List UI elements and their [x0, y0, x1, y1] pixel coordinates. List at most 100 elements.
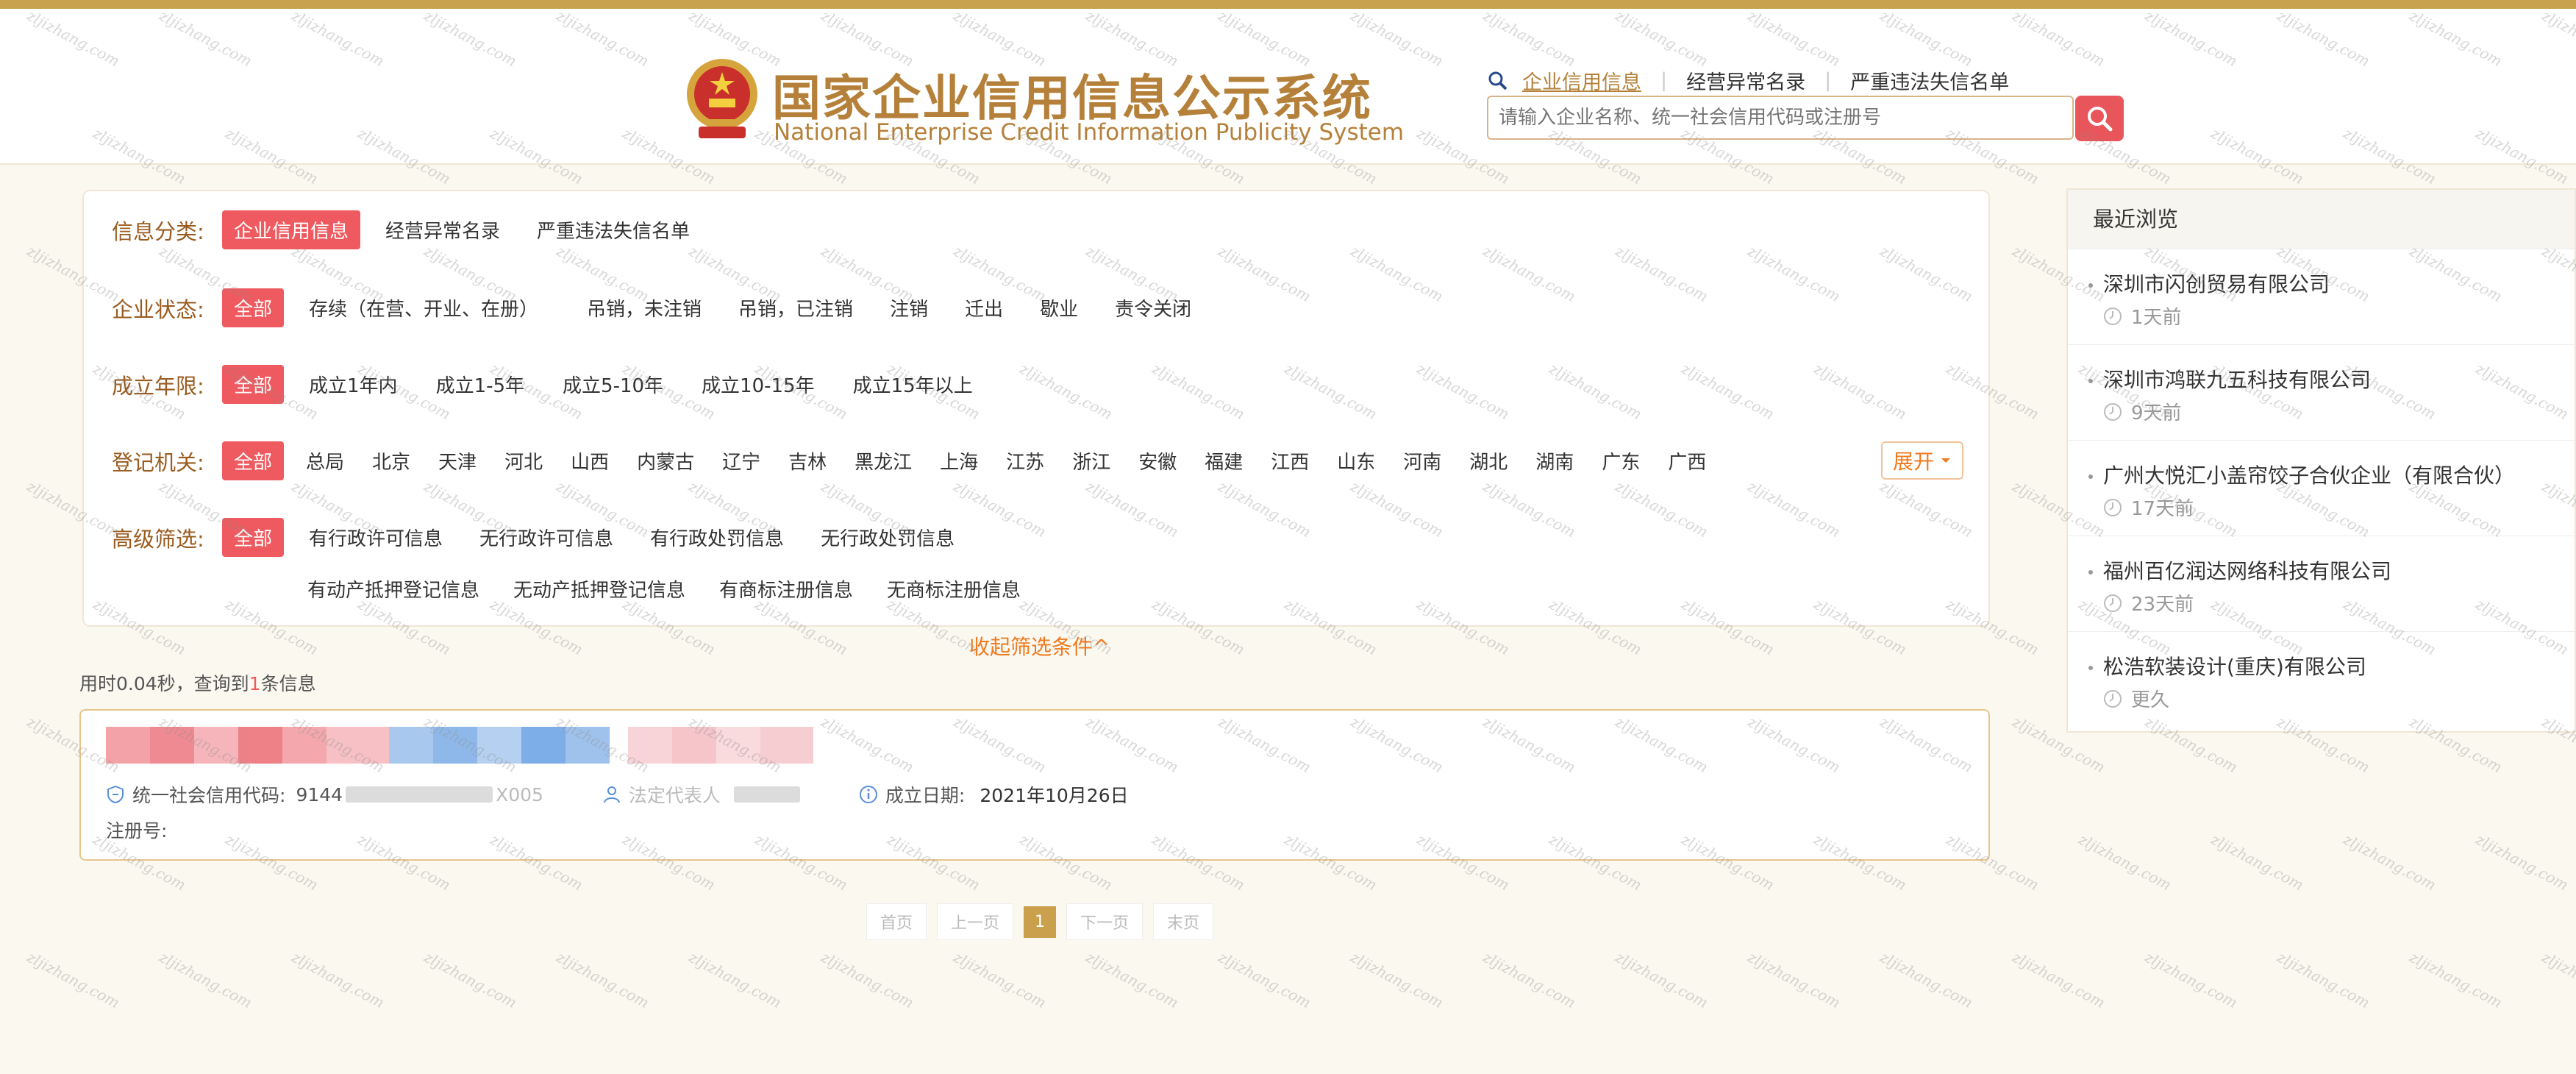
founded-date-field: 成立日期: 2021年10月26日 [859, 781, 1129, 808]
filter-option[interactable]: 湖北 [1458, 441, 1519, 480]
filter-option[interactable]: 河北 [493, 441, 554, 480]
search-button[interactable] [2075, 96, 2124, 141]
legal-rep-field: 法定代表人 [602, 781, 800, 808]
top-accent-bar [0, 0, 2576, 9]
filter-label: 企业状态: [112, 296, 204, 322]
filter-option[interactable]: 严重违法失信名单 [525, 210, 702, 249]
filter-option[interactable]: 无行政许可信息 [468, 518, 625, 557]
filter-option[interactable]: 吉林 [777, 441, 838, 480]
redacted-block [733, 786, 800, 803]
recent-panel: 最近浏览 深圳市闪创贸易有限公司 1天前 深圳市鸿联九五科技有限公司 9天前 广… [2066, 188, 2576, 733]
recent-item[interactable]: 深圳市闪创贸易有限公司 1天前 [2068, 249, 2575, 345]
company-name-redacted[interactable] [106, 727, 813, 764]
recent-item[interactable]: 福州百亿润达网络科技有限公司 23天前 [2068, 536, 2575, 632]
filter-option[interactable]: 责令关闭 [1103, 288, 1203, 327]
filter-option[interactable]: 黑龙江 [843, 441, 924, 480]
filter-option[interactable]: 广西 [1656, 441, 1718, 480]
filter-option[interactable]: 成立5-10年 [551, 365, 675, 404]
recent-item[interactable]: 松浩软装设计(重庆)有限公司 更久 [2068, 632, 2575, 728]
filter-option[interactable]: 吊销，已注销 [727, 288, 865, 327]
filter-option[interactable]: 存续（在营、开业、在册） [297, 288, 550, 327]
credit-code-suffix: X005 [496, 783, 543, 806]
pagination: 首页 上一页 1 下一页 末页 [866, 903, 1224, 940]
filter-option[interactable]: 成立1-5年 [424, 365, 536, 404]
filter-option[interactable]: 安徽 [1127, 441, 1188, 480]
recent-item-name[interactable]: 深圳市鸿联九五科技有限公司 [2103, 364, 2371, 394]
caret-down-icon [1941, 458, 1950, 463]
search-input[interactable] [1488, 97, 2068, 138]
tab-enterprise-credit[interactable]: 企业信用信息 [1515, 66, 1649, 95]
recent-item-time-text: 9天前 [2131, 402, 2182, 424]
filter-option[interactable]: 全部 [222, 518, 285, 557]
filter-option[interactable]: 上海 [928, 441, 990, 480]
watermark-text: zljizhang.com [1612, 947, 1711, 1012]
recent-item-name[interactable]: 福州百亿润达网络科技有限公司 [2103, 555, 2391, 585]
filter-option[interactable]: 经营异常名录 [374, 210, 512, 249]
filter-option[interactable]: 无行政处罚信息 [809, 518, 966, 557]
filter-option[interactable]: 天津 [427, 441, 488, 480]
watermark-text: zljizhang.com [1347, 947, 1446, 1012]
page-prev-button[interactable]: 上一页 [937, 903, 1014, 940]
filter-option[interactable]: 福建 [1193, 441, 1255, 480]
filter-option[interactable]: 辽宁 [710, 441, 772, 480]
recent-item-name[interactable]: 深圳市闪创贸易有限公司 [2103, 268, 2330, 298]
filter-option[interactable]: 成立10-15年 [690, 365, 827, 404]
filter-option[interactable]: 广东 [1590, 441, 1652, 480]
recent-item-time-text: 更久 [2131, 689, 2170, 711]
tab-abnormal-list[interactable]: 经营异常名录 [1679, 66, 1813, 95]
filter-option[interactable]: 成立1年内 [297, 365, 410, 404]
filter-option[interactable]: 无商标注册信息 [875, 569, 1032, 608]
filter-option[interactable]: 总局 [294, 441, 356, 480]
filter-label: 成立年限: [112, 373, 204, 399]
recent-item-name[interactable]: 松浩软装设计(重庆)有限公司 [2103, 651, 2366, 680]
filter-option[interactable]: 企业信用信息 [222, 210, 361, 249]
recent-item-name[interactable]: 广州大悦汇小盖帘饺子合伙企业（有限合伙） [2103, 460, 2515, 489]
filter-option[interactable]: 有行政处罚信息 [638, 518, 796, 557]
page-first-button[interactable]: 首页 [866, 903, 927, 940]
filter-option[interactable]: 有动产抵押登记信息 [296, 569, 491, 608]
filter-option[interactable]: 湖南 [1524, 441, 1585, 480]
bullet-icon [2088, 666, 2093, 670]
person-icon [603, 786, 620, 803]
filter-option[interactable]: 河南 [1391, 441, 1453, 480]
tab-divider: | [1824, 69, 1832, 92]
recent-item[interactable]: 广州大悦汇小盖帘饺子合伙企业（有限合伙） 17天前 [2068, 441, 2575, 536]
founded-label: 成立日期: [885, 785, 966, 806]
filter-option[interactable]: 北京 [360, 441, 422, 480]
filter-option[interactable]: 江苏 [994, 441, 1056, 480]
filter-option[interactable]: 注销 [878, 288, 940, 327]
recent-item-time: 23天前 [2103, 589, 2194, 616]
filter-option[interactable]: 全部 [222, 441, 285, 480]
recent-item-time: 1天前 [2103, 302, 2182, 330]
filter-option[interactable]: 全部 [222, 288, 285, 327]
filter-option[interactable]: 有行政许可信息 [297, 518, 454, 557]
filter-option[interactable]: 山西 [559, 441, 621, 480]
watermark-text: zljizhang.com [421, 947, 520, 1012]
recent-title: 最近浏览 [2068, 190, 2575, 249]
expand-button[interactable]: 展开 [1881, 441, 1963, 480]
filter-option[interactable]: 山东 [1325, 441, 1387, 480]
page-last-button[interactable]: 末页 [1153, 903, 1214, 940]
filter-option[interactable]: 无动产抵押登记信息 [502, 569, 697, 608]
filter-option[interactable]: 歇业 [1028, 288, 1090, 327]
filter-option[interactable]: 迁出 [953, 288, 1015, 327]
filter-option[interactable]: 浙江 [1060, 441, 1122, 480]
tab-blacklist[interactable]: 严重违法失信名单 [1843, 66, 2016, 95]
collapse-filters-link[interactable]: 收起筛选条件^ [969, 631, 1110, 661]
bullet-icon [2088, 474, 2093, 479]
filter-option[interactable]: 全部 [222, 365, 285, 404]
filter-option[interactable]: 吊销，未注销 [575, 288, 713, 327]
filter-option[interactable]: 成立15年以上 [841, 365, 985, 404]
result-card[interactable]: 统一社会信用代码: 9144 X005 法定代表人 成立日期: 2021年10月… [79, 709, 1990, 861]
watermark-text: zljizhang.com [685, 947, 785, 1012]
filter-option[interactable]: 内蒙古 [625, 441, 706, 480]
filter-panel: 信息分类: 企业信用信息 经营异常名录 严重违法失信名单 企业状态: 全部 存续… [82, 190, 1990, 627]
site-subtitle: National Enterprise Credit Information P… [774, 119, 1405, 146]
credit-code-field: 统一社会信用代码: 9144 X005 [106, 781, 543, 808]
legal-rep-label: 法定代表人 [628, 785, 721, 806]
page-current[interactable]: 1 [1024, 906, 1057, 938]
recent-item[interactable]: 深圳市鸿联九五科技有限公司 9天前 [2068, 345, 2575, 441]
filter-option[interactable]: 江西 [1259, 441, 1321, 480]
filter-option[interactable]: 有商标注册信息 [707, 569, 865, 608]
page-next-button[interactable]: 下一页 [1066, 903, 1143, 940]
